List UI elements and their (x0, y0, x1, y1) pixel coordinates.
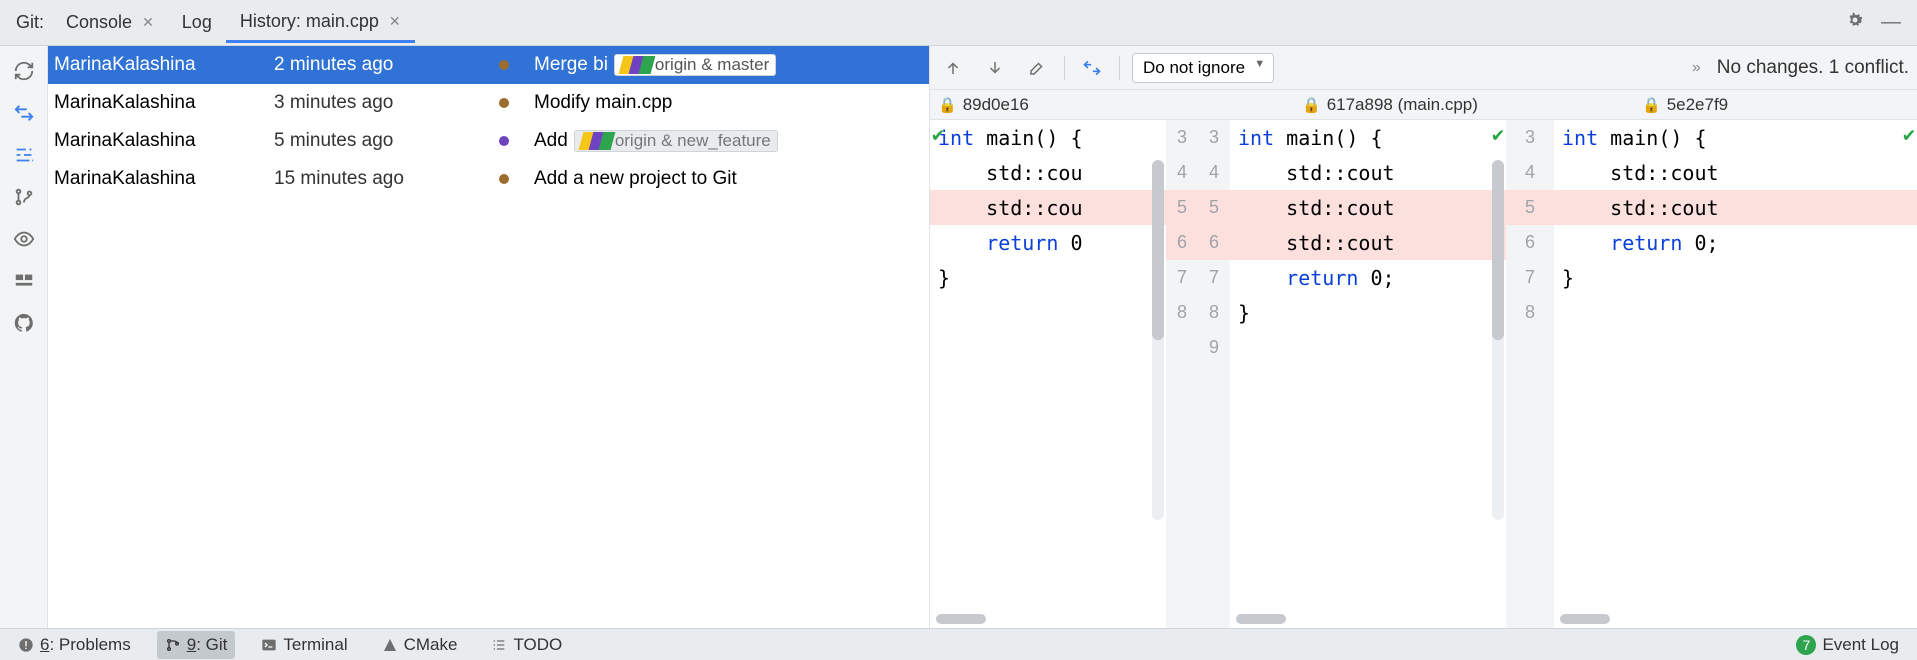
tab-label: Console (66, 12, 132, 33)
commit-author: MarinaKalashina (54, 130, 274, 152)
commit-message: Add (534, 130, 568, 152)
bookmark-icon (621, 56, 651, 74)
diff-gutter-left: 33 44 55 66 77 88 9 (1166, 120, 1230, 628)
lock-icon: 🔒 (1642, 96, 1661, 114)
statusbar-todo[interactable]: TODO (483, 631, 570, 659)
commit-author: MarinaKalashina (54, 168, 274, 190)
scrollbar[interactable] (1152, 160, 1164, 520)
commit-message: Modify main.cpp (534, 92, 672, 114)
arrow-up-icon[interactable] (938, 53, 968, 83)
diff-middle-pane[interactable]: ✔ int main() { std::cout std::cout std::… (1230, 120, 1506, 628)
tool-window-header: Git: Console ✕ Log History: main.cpp ✕ — (0, 0, 1917, 46)
scrollbar[interactable] (1560, 614, 1610, 624)
diff-toolbar: Do not ignore » No changes. 1 conflict. (930, 46, 1917, 90)
close-icon[interactable]: ✕ (389, 13, 401, 30)
commit-history-list: MarinaKalashina 2 minutes ago Merge bi o… (48, 46, 930, 628)
tab-label: History: main.cpp (240, 11, 379, 32)
tab-console[interactable]: Console ✕ (52, 4, 168, 41)
statusbar-problems[interactable]: 6: Problems (10, 631, 139, 659)
commit-graph-node (474, 122, 534, 160)
gear-icon[interactable] (1837, 10, 1873, 36)
commit-time: 15 minutes ago (274, 168, 474, 190)
diff-gutter-right: 3 4 5 6 7 8 (1506, 120, 1554, 628)
commit-graph-node (474, 160, 534, 198)
tab-history[interactable]: History: main.cpp ✕ (226, 3, 415, 43)
github-icon[interactable] (5, 304, 43, 342)
separator (1119, 56, 1120, 80)
left-revision-label: 🔒 89d0e16 (930, 90, 1230, 119)
merge-arrows-icon[interactable] (1077, 53, 1107, 83)
check-icon: ✔ (932, 122, 944, 146)
commit-row[interactable]: MarinaKalashina 5 minutes ago Add origin… (48, 122, 929, 160)
commit-message: Merge bi (534, 54, 608, 76)
statusbar-git[interactable]: 9: Git (157, 631, 236, 659)
edit-icon[interactable] (1022, 53, 1052, 83)
commit-row[interactable]: MarinaKalashina 2 minutes ago Merge bi o… (48, 46, 929, 84)
tab-label: Log (182, 12, 212, 33)
check-icon: ✔ (1903, 122, 1915, 146)
commit-author: MarinaKalashina (54, 54, 274, 76)
commit-author: MarinaKalashina (54, 92, 274, 114)
diff-viewer: Do not ignore » No changes. 1 conflict. … (930, 46, 1917, 628)
scrollbar[interactable] (1236, 614, 1286, 624)
commit-row[interactable]: MarinaKalashina 15 minutes ago Add a new… (48, 160, 929, 198)
layout-icon[interactable] (5, 262, 43, 300)
branch-icon[interactable] (5, 178, 43, 216)
select-value: Do not ignore (1143, 58, 1245, 77)
commit-time: 3 minutes ago (274, 92, 474, 114)
commit-time: 5 minutes ago (274, 130, 474, 152)
separator (1064, 56, 1065, 80)
arrow-down-icon[interactable] (980, 53, 1010, 83)
tab-log[interactable]: Log (168, 4, 226, 41)
diff-left-pane[interactable]: ✔ int main() { std::cou std::cou return … (930, 120, 1166, 628)
scrollbar[interactable] (936, 614, 986, 624)
lock-icon: 🔒 (1302, 96, 1321, 114)
statusbar-event-log[interactable]: 7 Event Log (1788, 631, 1907, 659)
statusbar-cmake[interactable]: CMake (374, 631, 466, 659)
middle-revision-label: 🔒 617a898 (main.cpp) (1294, 90, 1634, 119)
bookmark-icon (581, 132, 611, 150)
commit-row[interactable]: MarinaKalashina 3 minutes ago Modify mai… (48, 84, 929, 122)
eye-icon[interactable] (5, 220, 43, 258)
status-bar: 6: Problems 9: Git Terminal CMake TODO 7… (0, 628, 1917, 660)
commit-time: 2 minutes ago (274, 54, 474, 76)
scrollbar[interactable] (1492, 160, 1504, 520)
statusbar-terminal[interactable]: Terminal (253, 631, 355, 659)
branch-tag-label: origin & master (655, 55, 769, 75)
close-icon[interactable]: ✕ (142, 14, 154, 31)
branch-tag[interactable]: origin & new_feature (574, 130, 778, 152)
minimize-icon[interactable]: — (1873, 11, 1909, 34)
lock-icon: 🔒 (938, 96, 957, 114)
expand-chevron-icon[interactable]: » (1692, 59, 1705, 77)
branch-tag[interactable]: origin & master (614, 54, 776, 76)
branch-tag-label: origin & new_feature (615, 131, 771, 151)
commit-message: Add a new project to Git (534, 168, 737, 190)
refresh-icon[interactable] (5, 52, 43, 90)
diff-right-pane[interactable]: ✔ int main() { std::cout std::cout retur… (1554, 120, 1917, 628)
check-icon: ✔ (1492, 122, 1504, 146)
compare-branches-icon[interactable] (5, 94, 43, 132)
notification-badge: 7 (1796, 635, 1816, 655)
commit-graph-node (474, 46, 534, 84)
settings-sliders-icon[interactable] (5, 136, 43, 174)
right-revision-label: 🔒 5e2e7f9 (1634, 90, 1917, 119)
commit-graph-node (474, 84, 534, 122)
diff-status-text: No changes. 1 conflict. (1717, 57, 1909, 79)
ignore-whitespace-select[interactable]: Do not ignore (1132, 53, 1274, 83)
diff-revision-header: 🔒 89d0e16 🔒 617a898 (main.cpp) 🔒 5e2e7f9 (930, 90, 1917, 120)
left-toolbar (0, 46, 48, 628)
git-prefix-label: Git: (8, 12, 52, 33)
